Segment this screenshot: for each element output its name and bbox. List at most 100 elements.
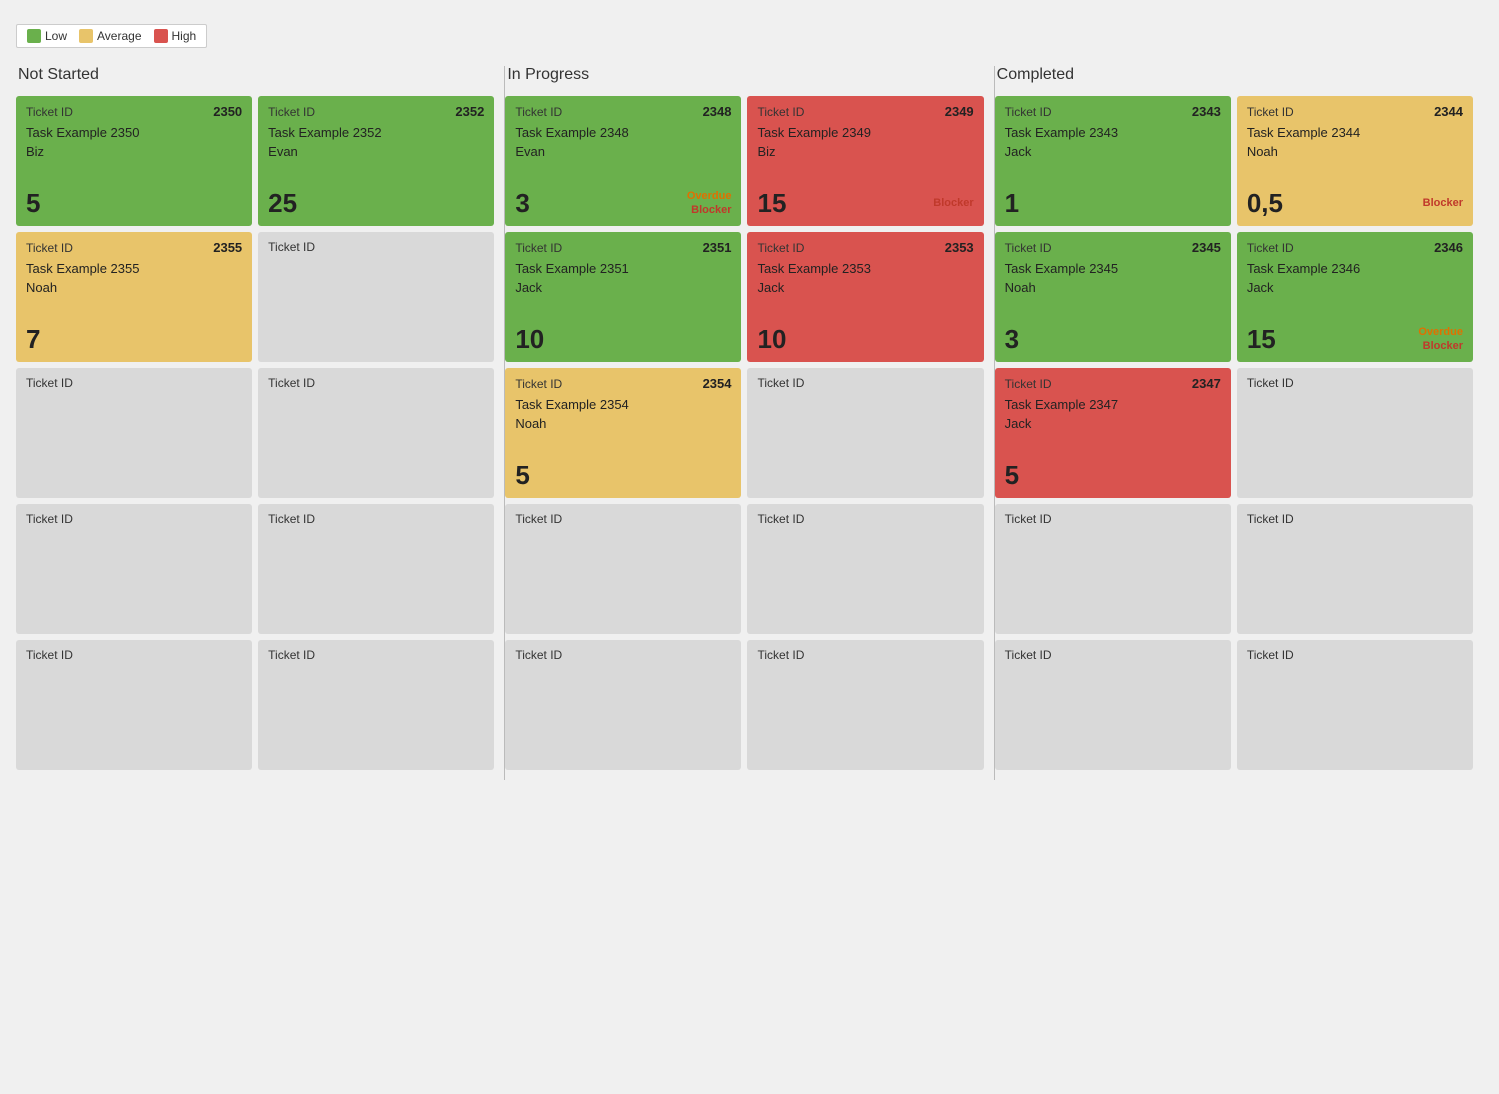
swimlane-title: In Progress <box>505 66 983 84</box>
card-title: Task Example 2343 <box>1005 125 1221 140</box>
card-header: Ticket ID 2350 <box>26 104 242 119</box>
card-header: Ticket ID <box>515 512 731 526</box>
ticket-card[interactable]: Ticket ID 2347 Task Example 2347 Jack 5 <box>995 368 1231 498</box>
ticket-card[interactable]: Ticket ID 2345 Task Example 2345 Noah 3 <box>995 232 1231 362</box>
ticket-id-value: 2352 <box>455 104 484 119</box>
card-title: Task Example 2345 <box>1005 261 1221 276</box>
card-title: Task Example 2355 <box>26 261 242 276</box>
ticket-card: Ticket ID <box>1237 640 1473 770</box>
ticket-card[interactable]: Ticket ID 2343 Task Example 2343 Jack 1 <box>995 96 1231 226</box>
ticket-id-label: Ticket ID <box>757 512 804 526</box>
card-title: Task Example 2349 <box>757 125 973 140</box>
ticket-id-label: Ticket ID <box>268 376 315 390</box>
card-header: Ticket ID 2355 <box>26 240 242 255</box>
board: Not Started Ticket ID 2350 Task Example … <box>16 66 1483 780</box>
card-tags: Blocker <box>1423 197 1463 209</box>
card-header: Ticket ID 2352 <box>268 104 484 119</box>
card-points: 15 <box>1247 326 1276 352</box>
ticket-card: Ticket ID <box>258 232 494 362</box>
ticket-id-value: 2355 <box>213 240 242 255</box>
card-header: Ticket ID <box>26 512 242 526</box>
card-title: Task Example 2344 <box>1247 125 1463 140</box>
ticket-card[interactable]: Ticket ID 2348 Task Example 2348 Evan 3 … <box>505 96 741 226</box>
card-footer: 1 <box>1005 190 1221 216</box>
legend-label: High <box>172 29 197 43</box>
card-footer: 5 <box>26 190 242 216</box>
card-header: Ticket ID <box>1247 648 1463 662</box>
card-assignee: Jack <box>1005 144 1221 159</box>
blocker-tag: Blocker <box>691 204 731 216</box>
card-tags: Overdue Blocker <box>687 190 732 216</box>
card-points: 5 <box>26 190 40 216</box>
ticket-id-label: Ticket ID <box>1005 241 1052 255</box>
ticket-id-label: Ticket ID <box>26 241 73 255</box>
card-points: 1 <box>1005 190 1019 216</box>
card-footer: 10 <box>757 326 973 352</box>
card-footer: 25 <box>268 190 484 216</box>
ticket-id-label: Ticket ID <box>757 241 804 255</box>
ticket-card[interactable]: Ticket ID 2349 Task Example 2349 Biz 15 … <box>747 96 983 226</box>
card-footer: 15 Overdue Blocker <box>1247 326 1463 352</box>
ticket-card[interactable]: Ticket ID 2355 Task Example 2355 Noah 7 <box>16 232 252 362</box>
ticket-card[interactable]: Ticket ID 2350 Task Example 2350 Biz 5 <box>16 96 252 226</box>
card-header: Ticket ID 2343 <box>1005 104 1221 119</box>
overdue-tag: Overdue <box>1418 326 1463 338</box>
card-header: Ticket ID <box>515 648 731 662</box>
ticket-id-label: Ticket ID <box>26 376 73 390</box>
swimlane-in-progress: In Progress Ticket ID 2348 Task Example … <box>505 66 994 780</box>
ticket-id-label: Ticket ID <box>1005 648 1052 662</box>
card-points: 10 <box>515 326 544 352</box>
ticket-card: Ticket ID <box>747 640 983 770</box>
ticket-id-value: 2347 <box>1192 376 1221 391</box>
card-points: 25 <box>268 190 297 216</box>
card-points: 5 <box>1005 462 1019 488</box>
ticket-id-label: Ticket ID <box>1247 648 1294 662</box>
ticket-id-label: Ticket ID <box>1005 377 1052 391</box>
ticket-card[interactable]: Ticket ID 2353 Task Example 2353 Jack 10 <box>747 232 983 362</box>
blocker-tag: Blocker <box>1423 197 1463 209</box>
card-header: Ticket ID <box>757 512 973 526</box>
ticket-id-label: Ticket ID <box>26 512 73 526</box>
ticket-card[interactable]: Ticket ID 2344 Task Example 2344 Noah 0,… <box>1237 96 1473 226</box>
ticket-card[interactable]: Ticket ID 2352 Task Example 2352 Evan 25 <box>258 96 494 226</box>
card-assignee: Jack <box>1247 280 1463 295</box>
ticket-id-label: Ticket ID <box>1005 512 1052 526</box>
legend-color-box <box>154 29 168 43</box>
ticket-id-label: Ticket ID <box>268 240 315 254</box>
cards-grid: Ticket ID 2348 Task Example 2348 Evan 3 … <box>505 96 983 770</box>
card-tags: Overdue Blocker <box>1418 326 1463 352</box>
card-title: Task Example 2353 <box>757 261 973 276</box>
ticket-id-label: Ticket ID <box>268 512 315 526</box>
card-points: 10 <box>757 326 786 352</box>
ticket-id-value: 2348 <box>703 104 732 119</box>
card-points: 3 <box>515 190 529 216</box>
blocker-tag: Blocker <box>933 197 973 209</box>
swimlane-completed: Completed Ticket ID 2343 Task Example 23… <box>995 66 1483 780</box>
card-title: Task Example 2346 <box>1247 261 1463 276</box>
card-assignee: Noah <box>1005 280 1221 295</box>
card-footer: 3 <box>1005 326 1221 352</box>
ticket-id-value: 2346 <box>1434 240 1463 255</box>
legend-item: Average <box>79 29 141 43</box>
ticket-id-label: Ticket ID <box>26 105 73 119</box>
ticket-card[interactable]: Ticket ID 2346 Task Example 2346 Jack 15… <box>1237 232 1473 362</box>
card-assignee: Biz <box>757 144 973 159</box>
ticket-id-value: 2351 <box>703 240 732 255</box>
ticket-card[interactable]: Ticket ID 2351 Task Example 2351 Jack 10 <box>505 232 741 362</box>
cards-grid: Ticket ID 2343 Task Example 2343 Jack 1 … <box>995 96 1473 770</box>
card-assignee: Evan <box>515 144 731 159</box>
card-points: 3 <box>1005 326 1019 352</box>
ticket-id-label: Ticket ID <box>515 241 562 255</box>
ticket-id-label: Ticket ID <box>1005 105 1052 119</box>
card-footer: 7 <box>26 326 242 352</box>
card-title: Task Example 2347 <box>1005 397 1221 412</box>
ticket-card[interactable]: Ticket ID 2354 Task Example 2354 Noah 5 <box>505 368 741 498</box>
ticket-card: Ticket ID <box>747 504 983 634</box>
ticket-id-label: Ticket ID <box>1247 105 1294 119</box>
card-assignee: Noah <box>26 280 242 295</box>
card-assignee: Jack <box>515 280 731 295</box>
card-footer: 3 Overdue Blocker <box>515 190 731 216</box>
card-header: Ticket ID 2346 <box>1247 240 1463 255</box>
card-assignee: Noah <box>1247 144 1463 159</box>
legend-label: Average <box>97 29 141 43</box>
